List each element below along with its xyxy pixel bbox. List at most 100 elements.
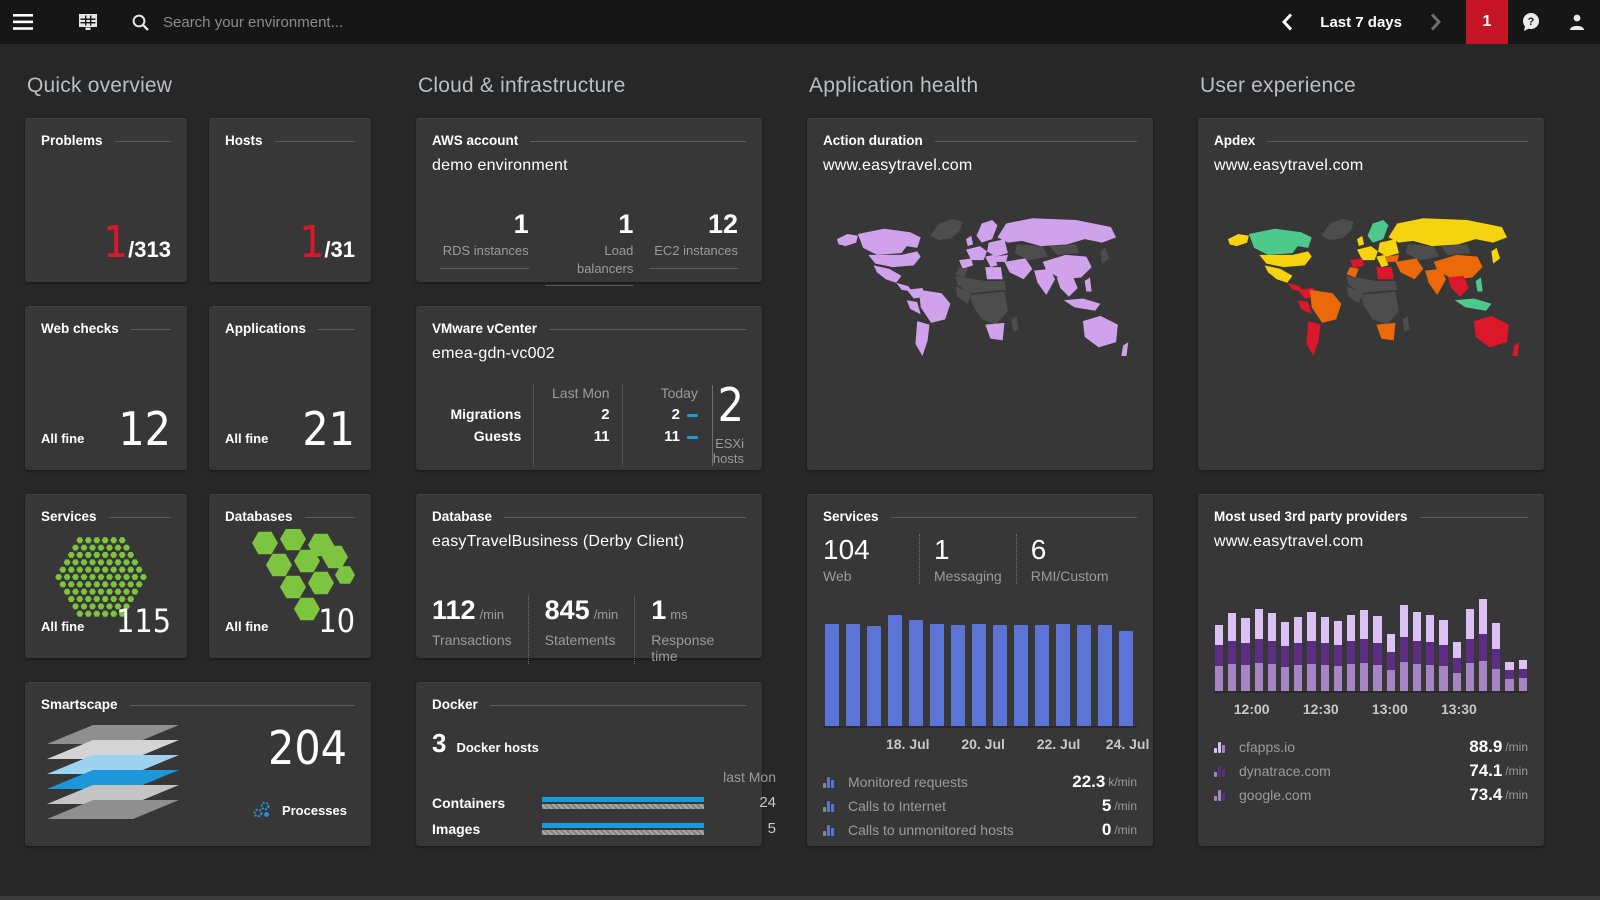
vmware-row-labels: Migrations Guests xyxy=(432,385,521,466)
menu-button[interactable] xyxy=(0,0,46,44)
stat-value: 845 xyxy=(545,595,590,625)
tile-problems[interactable]: Problems 1/313 xyxy=(25,118,187,282)
map-region-madagascar xyxy=(1011,316,1018,332)
x-tick: 20. Jul xyxy=(961,736,1005,752)
legend-value: 0 xyxy=(1102,820,1111,840)
tile-title: Applications xyxy=(225,321,306,336)
x-tick: 13:30 xyxy=(1441,701,1477,717)
tile-database[interactable]: Database easyTravelBusiness (Derby Clien… xyxy=(416,494,762,658)
map-region-westeurope xyxy=(1357,246,1378,260)
tile-apdex[interactable]: Apdex www.easytravel.com xyxy=(1198,118,1544,470)
svc-stat-rmi: 6 RMI/Custom xyxy=(1016,534,1123,584)
title-rule xyxy=(131,329,171,330)
legend-unit: /min xyxy=(1114,799,1137,813)
stacked-bar xyxy=(1519,660,1527,691)
stacked-bar xyxy=(1241,618,1249,691)
tile-services[interactable]: Services All fine 115 xyxy=(25,494,187,658)
timeframe-prev-button[interactable] xyxy=(1272,0,1302,44)
stat-label: Statements xyxy=(545,632,619,648)
bar xyxy=(993,625,1007,726)
tile-services-health[interactable]: Services 104 Web 1 Messaging 6 RMI/Custo… xyxy=(807,494,1153,846)
stat-label: Messaging xyxy=(934,568,1002,584)
map-region-uk xyxy=(966,236,973,246)
user-button[interactable] xyxy=(1554,0,1600,44)
tile-aws-account[interactable]: AWS account demo environment 1 RDS insta… xyxy=(416,118,762,282)
application-name: www.easytravel.com xyxy=(823,157,1137,175)
stacked-bar xyxy=(1347,615,1355,691)
hamburger-icon xyxy=(13,14,33,30)
tile-databases[interactable]: Databases All fine 10 xyxy=(209,494,371,658)
bar xyxy=(1035,625,1049,726)
legend-label: cfapps.io xyxy=(1239,739,1469,755)
title-rule xyxy=(275,141,355,142)
stat-value: 12 xyxy=(649,209,738,240)
search-bar[interactable] xyxy=(132,14,583,31)
col-header: Today xyxy=(623,385,698,406)
map-region-greenland xyxy=(1321,219,1353,240)
row-label: Containers xyxy=(432,795,528,811)
applications-count: 21 xyxy=(302,402,355,456)
tile-title: Smartscape xyxy=(41,697,118,712)
stat-underline xyxy=(440,268,529,269)
title-rule xyxy=(1267,141,1528,142)
tile-web-checks[interactable]: Web checks All fine 12 xyxy=(25,306,187,470)
tile-action-duration[interactable]: Action duration www.easytravel.com xyxy=(807,118,1153,470)
title-rule xyxy=(549,329,746,330)
title-rule xyxy=(891,517,1137,518)
title-rule xyxy=(115,141,171,142)
section-quick-overview: Quick overview Problems 1/313 Hosts 1/31… xyxy=(25,44,371,846)
apps-button[interactable] xyxy=(66,0,110,44)
stacked-bar xyxy=(1215,625,1223,691)
application-name: www.easytravel.com xyxy=(1214,533,1528,551)
aws-stat-rds: 1 RDS instances xyxy=(432,209,537,286)
tile-title: Most used 3rd party providers xyxy=(1214,509,1408,524)
tile-vmware-vcenter[interactable]: VMware vCenter emea-gdn-vc002 Migrations… xyxy=(416,306,762,470)
tile-docker[interactable]: Docker 3Docker hosts last Mon now Contai… xyxy=(416,682,762,846)
tile-third-party-providers[interactable]: Most used 3rd party providers www.easytr… xyxy=(1198,494,1544,846)
timeframe-label[interactable]: Last 7 days xyxy=(1320,14,1402,31)
stat-value: 1 xyxy=(440,209,529,240)
search-input[interactable] xyxy=(163,14,583,31)
bar xyxy=(825,624,839,726)
bar xyxy=(867,626,881,726)
providers-stacked-bar-chart xyxy=(1214,581,1528,693)
map-region-canada xyxy=(858,229,921,255)
x-tick: 18. Jul xyxy=(886,736,930,752)
vmware-col-lastmon: Last Mon 2 11 xyxy=(533,385,609,466)
cell-value: 2 xyxy=(534,406,609,428)
title-rule xyxy=(318,329,355,330)
tile-hosts[interactable]: Hosts 1/31 xyxy=(209,118,371,282)
stat-label: Response time xyxy=(651,632,730,664)
stacked-bar xyxy=(1492,623,1500,691)
help-button[interactable]: ? xyxy=(1508,0,1554,44)
cell-value: 11 xyxy=(664,428,680,445)
map-region-iberia xyxy=(1350,258,1364,268)
row-label: Guests xyxy=(432,428,521,450)
bar xyxy=(1098,625,1112,726)
map-region-scandinavia xyxy=(1368,220,1389,243)
search-icon xyxy=(132,14,149,31)
apdex-world-map xyxy=(1214,201,1528,389)
timeframe-next-button[interactable] xyxy=(1420,0,1450,44)
svc-stat-web: 104 Web xyxy=(823,534,919,584)
x-axis-ticks: 18. Jul 20. Jul 22. Jul 24. Jul xyxy=(823,736,1137,758)
tile-title: Action duration xyxy=(823,133,923,148)
tile-title: Web checks xyxy=(41,321,119,336)
problems-badge[interactable]: 1 xyxy=(1466,0,1508,44)
processes-count: 204 xyxy=(268,721,347,775)
stacked-bar xyxy=(1505,662,1513,691)
stat-underline xyxy=(649,268,738,269)
map-region-peru xyxy=(907,300,921,314)
map-region-safrica xyxy=(985,323,1004,340)
esxi-hosts-stat: 2 ESXi hosts xyxy=(712,385,746,466)
tile-smartscape[interactable]: Smartscape 204 xyxy=(25,682,371,846)
bar xyxy=(1077,625,1091,726)
stat-label: EC2 instances xyxy=(649,242,738,260)
tile-title: AWS account xyxy=(432,133,518,148)
bar xyxy=(1056,624,1070,726)
legend-value: 74.1 xyxy=(1469,761,1502,781)
title-rule xyxy=(1420,517,1528,518)
db-stat-statements: 845/min Statements xyxy=(528,595,635,664)
tile-applications[interactable]: Applications All fine 21 xyxy=(209,306,371,470)
map-region-seasia xyxy=(1057,276,1078,297)
